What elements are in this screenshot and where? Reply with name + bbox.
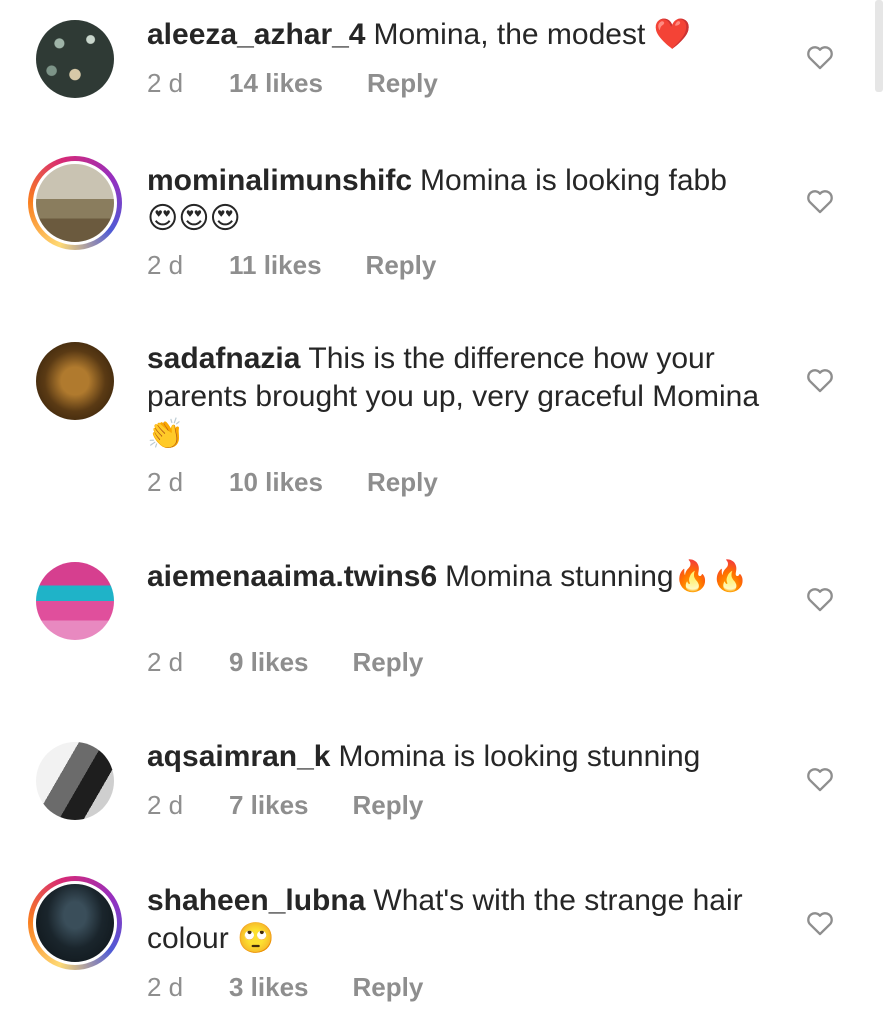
comment-meta: 2 d 7 likes Reply [147, 790, 423, 820]
comment-meta: 2 d 10 likes Reply [147, 467, 438, 497]
heart-outline-icon[interactable] [806, 766, 834, 792]
comment-meta: 2 d 3 likes Reply [147, 972, 423, 1002]
comment-likes[interactable]: 9 likes [229, 647, 309, 677]
comment-text: aiemenaaima.twins6 Momina stunning🔥🔥 [147, 558, 767, 596]
comment-item: aleeza_azhar_4 Momina, the modest ❤️ 2 d 1… [0, 0, 883, 130]
emoji: ❤️ [653, 17, 691, 52]
comment-likes[interactable]: 3 likes [229, 972, 309, 1002]
comment-time: 2 d [147, 250, 184, 280]
avatar[interactable] [28, 12, 122, 106]
emoji: 🙄 [237, 921, 275, 956]
comment-body: Momina, the modest [373, 18, 646, 51]
emoji: 🔥🔥 [673, 559, 749, 594]
comment-username[interactable]: shaheen_lubna [147, 884, 365, 917]
comment-meta: 2 d 14 likes Reply [147, 68, 438, 98]
comment-text: sadafnazia This is the difference how you… [147, 340, 767, 454]
avatar[interactable] [28, 734, 122, 828]
comment-time: 2 d [147, 972, 184, 1002]
comment-username[interactable]: sadafnazia [147, 342, 300, 375]
comment-item: aqsaimran_k Momina is looking stunning 2 … [0, 728, 883, 858]
comment-time: 2 d [147, 790, 184, 820]
comment-username[interactable]: aqsaimran_k [147, 740, 330, 773]
comment-body: Momina stunning [445, 560, 674, 593]
avatar[interactable] [28, 876, 122, 970]
reply-button[interactable]: Reply [353, 790, 424, 820]
heart-outline-icon[interactable] [806, 44, 834, 70]
avatar[interactable] [28, 334, 122, 428]
comment-text: aqsaimran_k Momina is looking stunning [147, 738, 767, 776]
comment-text: shaheen_lubna What's with the strange hai… [147, 882, 767, 958]
comment-likes[interactable]: 11 likes [229, 250, 322, 280]
comment-item: aiemenaaima.twins6 Momina stunning🔥🔥 2 d 9… [0, 548, 883, 708]
heart-outline-icon[interactable] [806, 188, 834, 214]
comment-text: mominalimunshifc Momina is looking fabb 😍😍… [147, 162, 767, 238]
reply-button[interactable]: Reply [353, 647, 424, 677]
comment-username[interactable]: aleeza_azhar_4 [147, 18, 366, 51]
emoji: 👏 [147, 417, 185, 452]
reply-button[interactable]: Reply [367, 467, 438, 497]
comment-item: mominalimunshifc Momina is looking fabb 😍😍… [0, 140, 883, 320]
reply-button[interactable]: Reply [367, 68, 438, 98]
comment-item: shaheen_lubna What's with the strange hai… [0, 866, 883, 1024]
comment-time: 2 d [147, 68, 184, 98]
avatar[interactable] [28, 156, 122, 250]
comment-time: 2 d [147, 647, 184, 677]
comment-username[interactable]: mominalimunshifc [147, 164, 412, 197]
comment-likes[interactable]: 7 likes [229, 790, 309, 820]
heart-outline-icon[interactable] [806, 910, 834, 936]
comment-time: 2 d [147, 467, 184, 497]
comment-meta: 2 d 9 likes Reply [147, 647, 423, 677]
comment-username[interactable]: aiemenaaima.twins6 [147, 560, 437, 593]
comment-item: sadafnazia This is the difference how you… [0, 330, 883, 530]
comment-text: aleeza_azhar_4 Momina, the modest ❤️ [147, 16, 767, 54]
comment-meta: 2 d 11 likes Reply [147, 250, 436, 280]
reply-button[interactable]: Reply [353, 972, 424, 1002]
comment-likes[interactable]: 10 likes [229, 467, 323, 497]
comment-body: Momina is looking stunning [338, 740, 701, 773]
heart-outline-icon[interactable] [806, 367, 834, 393]
comment-likes[interactable]: 14 likes [229, 68, 323, 98]
reply-button[interactable]: Reply [366, 250, 437, 280]
emoji: 😍😍😍 [147, 201, 241, 236]
avatar[interactable] [28, 554, 122, 648]
heart-outline-icon[interactable] [806, 586, 834, 612]
comment-body: Momina is looking fabb [420, 164, 727, 197]
